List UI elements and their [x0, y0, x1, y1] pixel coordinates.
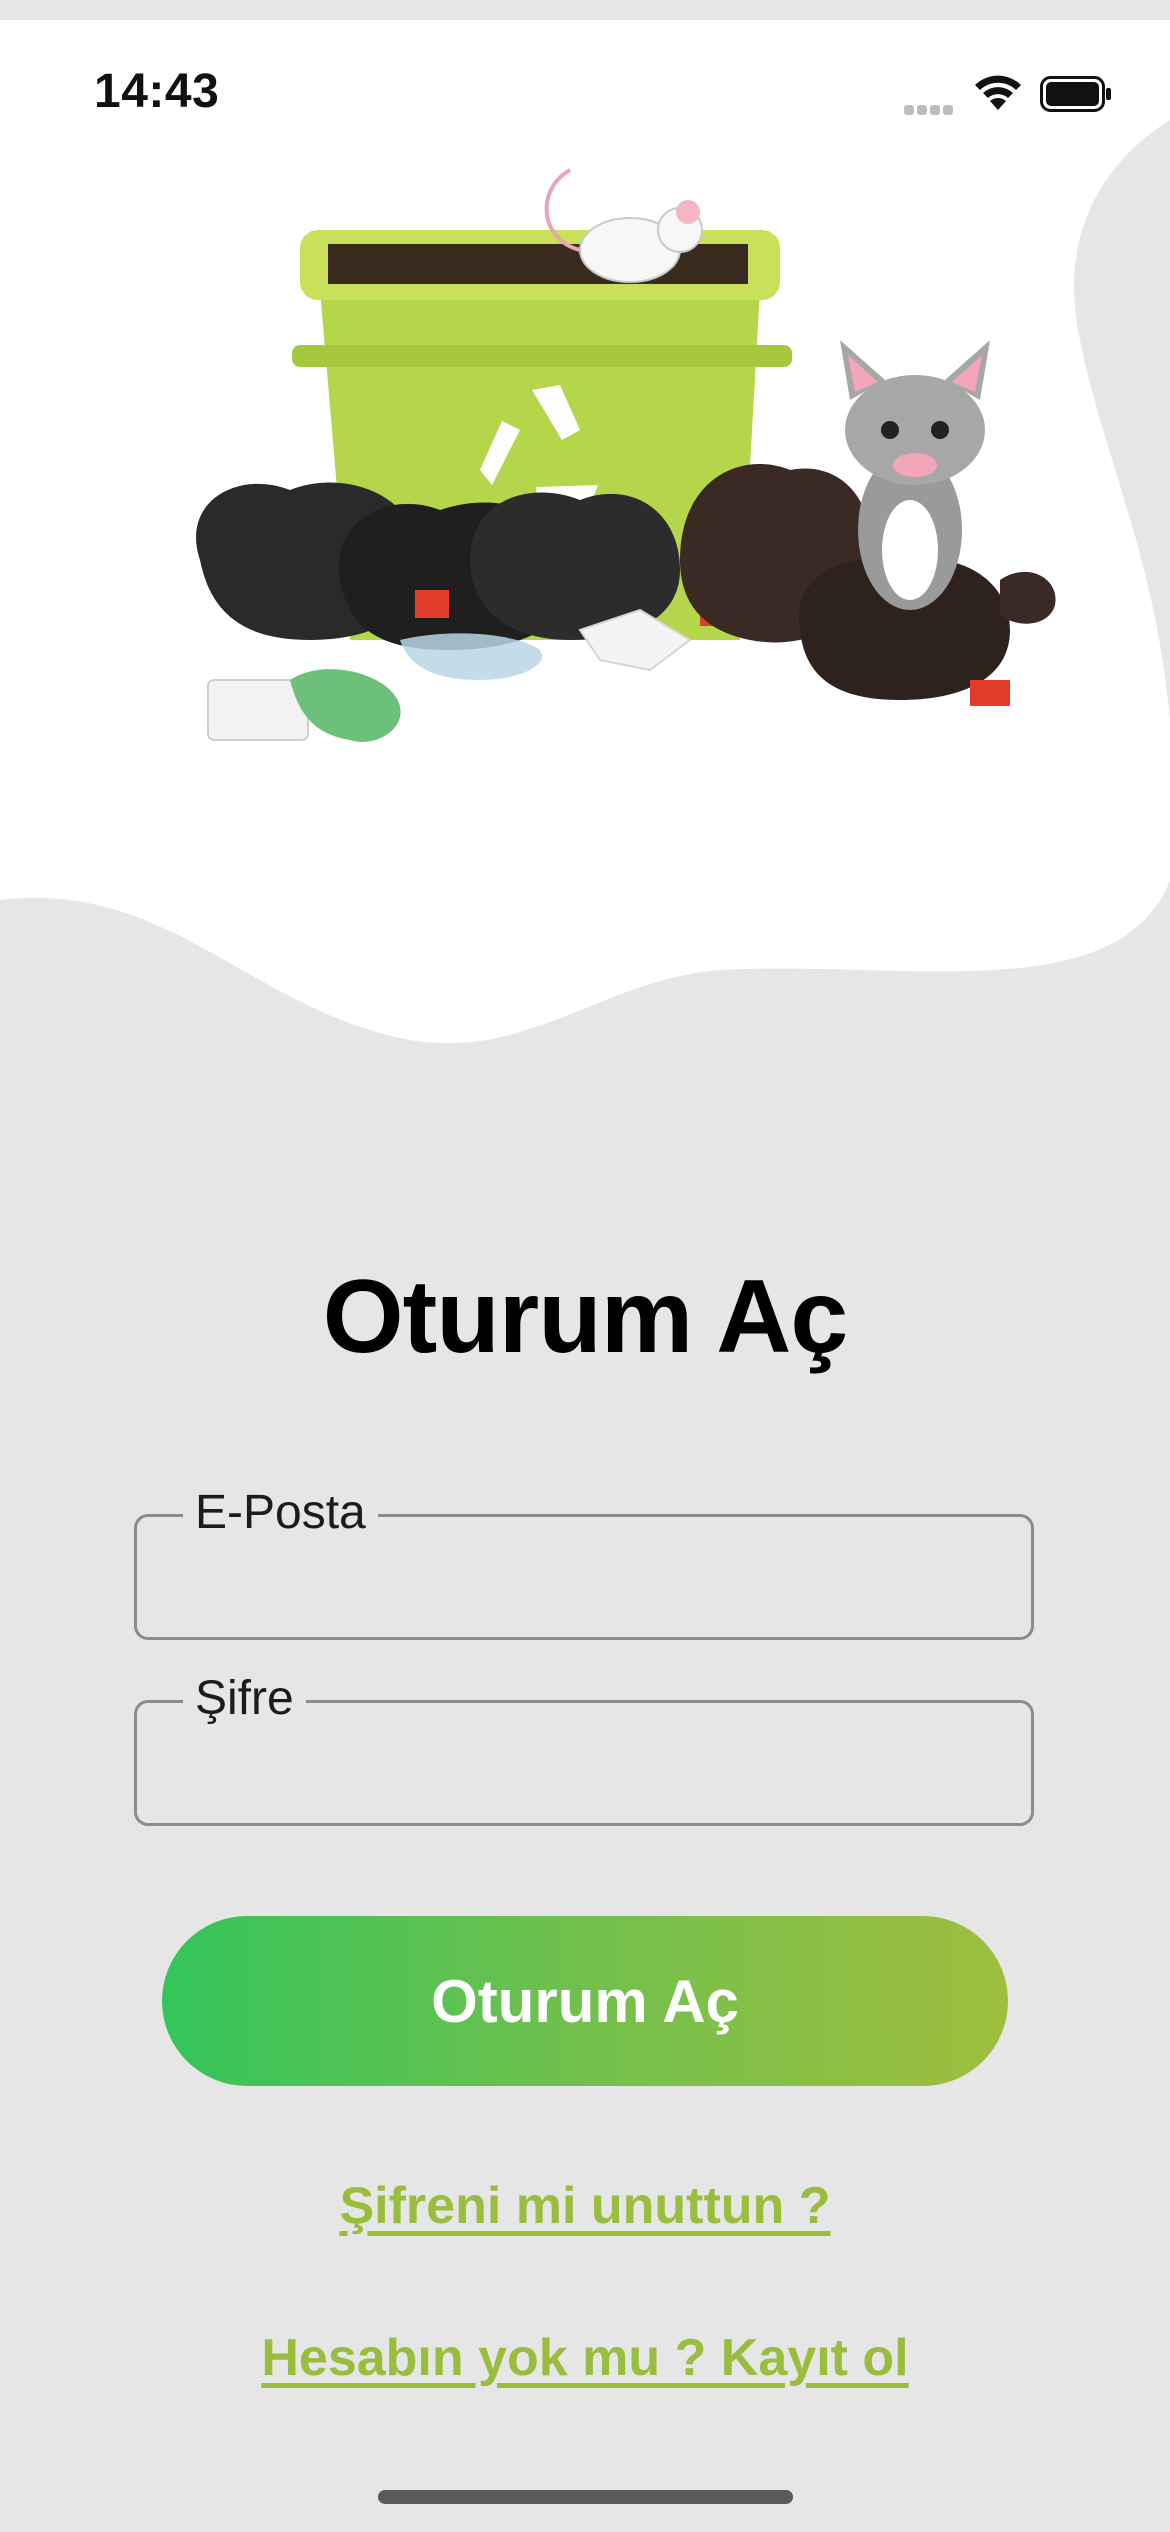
forgot-password-link[interactable]: Şifreni mi unuttun ? [0, 2176, 1170, 2236]
page-title: Oturum Aç [322, 1259, 849, 1375]
password-input[interactable] [167, 1743, 1001, 1805]
password-field-label: Şifre [183, 1669, 306, 1729]
cellular-signal-icon [904, 102, 960, 115]
wifi-icon [975, 75, 1021, 110]
login-screen: 14:43 Oturum Aç E-Posta Şifre Oturum Aç … [0, 0, 1170, 2532]
email-field-label: E-Posta [183, 1483, 378, 1543]
top-strip [0, 0, 1170, 20]
email-input[interactable] [167, 1557, 1001, 1619]
home-indicator [378, 2490, 793, 2504]
register-link[interactable]: Hesabın yok mu ? Kayıt ol [0, 2328, 1170, 2388]
battery-icon [1040, 76, 1111, 112]
trash-bin-cat-mouse-illustration [196, 168, 1056, 742]
email-field[interactable]: E-Posta [134, 1483, 1034, 1640]
login-button[interactable]: Oturum Aç [162, 1916, 1008, 2086]
login-button-label: Oturum Aç [431, 1967, 739, 2035]
password-field[interactable]: Şifre [134, 1669, 1034, 1826]
status-bar: 14:43 [0, 20, 1170, 130]
status-time: 14:43 [94, 65, 220, 118]
